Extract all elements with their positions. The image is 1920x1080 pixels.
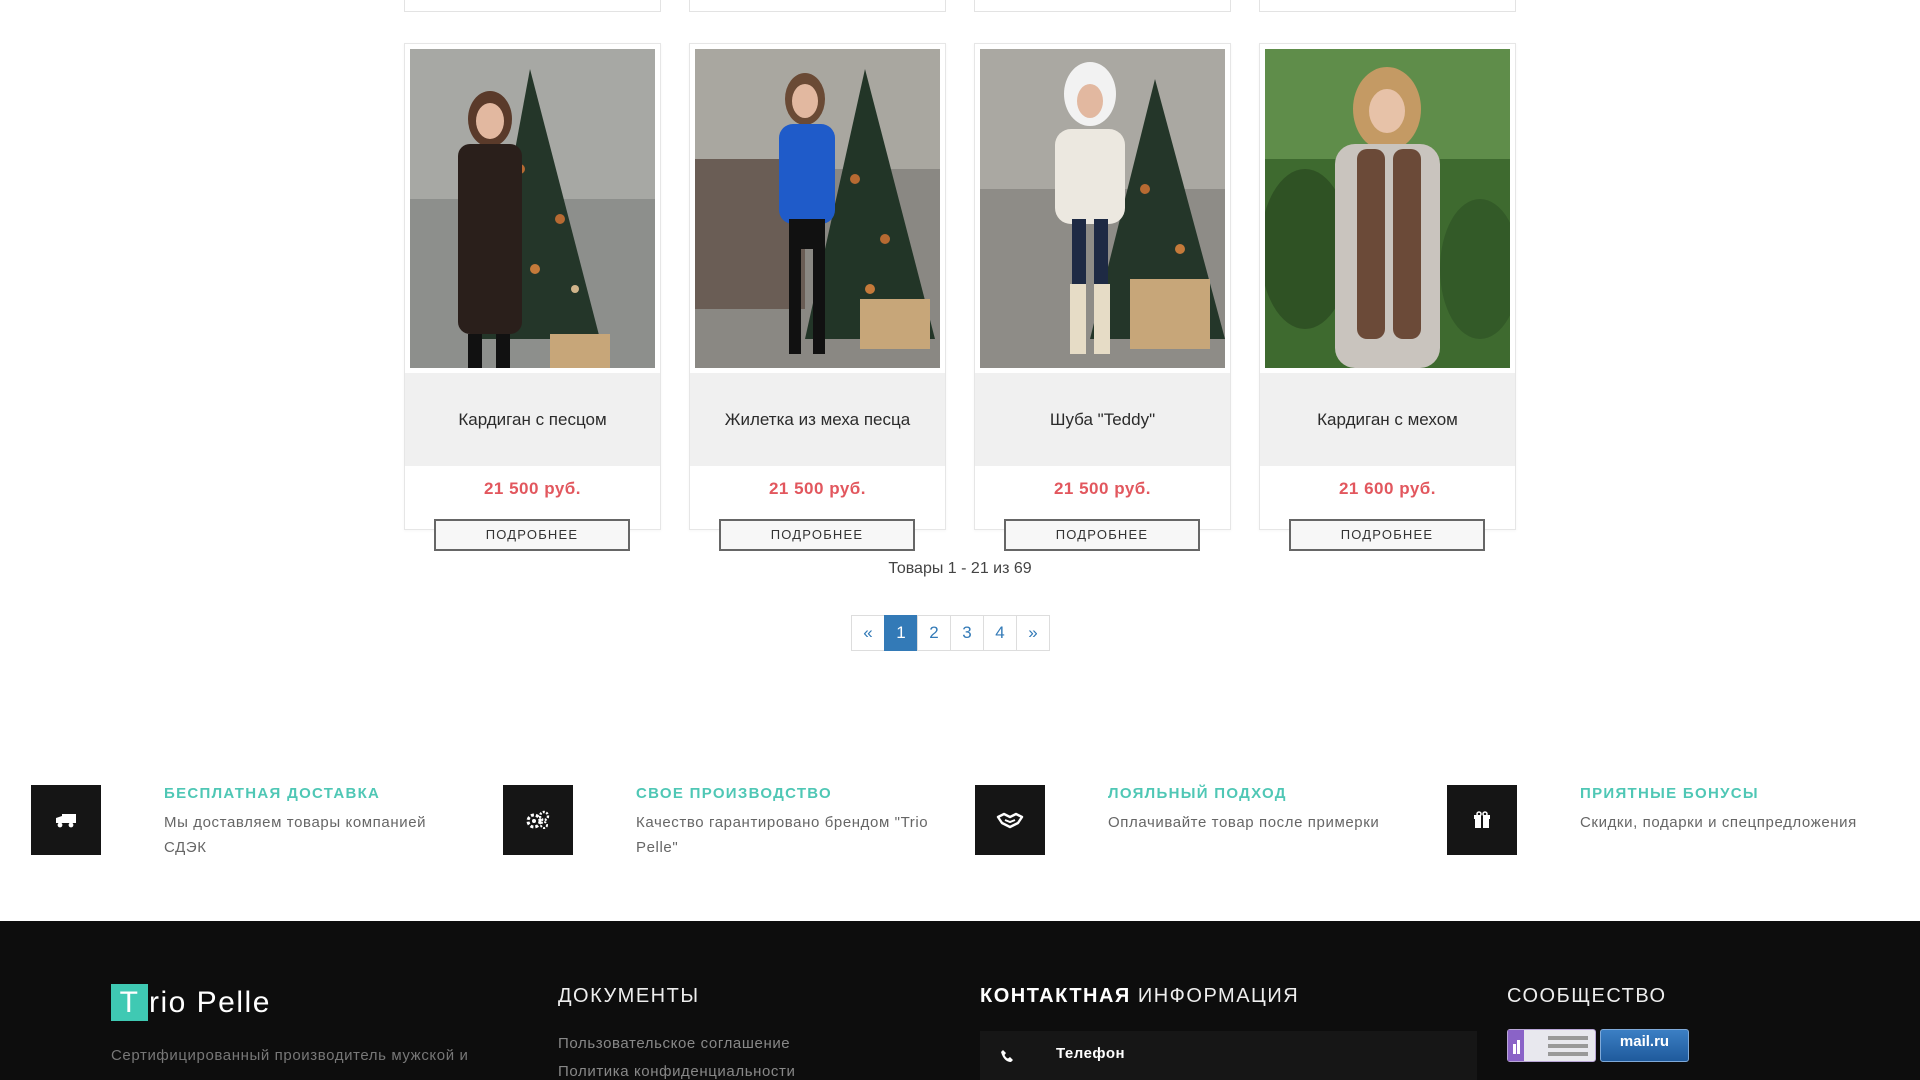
feature-text: Оплачивайте товар после примерки	[1108, 814, 1380, 831]
logo-text: rio Pelle	[149, 985, 271, 1019]
contact-phone-row: Телефон	[980, 1031, 1477, 1080]
product-name[interactable]: Жилетка из меха песца	[690, 373, 945, 466]
community-heading: СООБЩЕСТВО	[1507, 985, 1667, 1007]
phone-icon	[1000, 1049, 1014, 1068]
product-card-partial	[689, 0, 946, 12]
feature-text: Мы доставляем товары компанией СДЭК	[164, 814, 427, 856]
pagination-page-4[interactable]: 4	[983, 615, 1017, 651]
mailru-badge[interactable]: mail.ru	[1600, 1029, 1689, 1062]
product-name[interactable]: Кардиган с песцом	[405, 373, 660, 466]
product-card[interactable]: Шуба "Teddy" 21 500 руб. ПОДРОБНЕЕ	[974, 43, 1231, 551]
product-price: 21 500 руб.	[768, 479, 867, 498]
pagination-page-3[interactable]: 3	[950, 615, 984, 651]
truck-icon	[31, 785, 101, 855]
product-card[interactable]: Кардиган с мехом 21 600 руб. ПОДРОБНЕЕ	[1259, 43, 1516, 551]
pagination-next[interactable]: »	[1016, 615, 1050, 651]
logo-letter: T	[111, 984, 148, 1021]
feature-title: ЛОЯЛЬНЫЙ ПОДХОД	[1108, 785, 1287, 802]
pagination-page-1[interactable]: 1	[884, 615, 918, 651]
link-user-agreement[interactable]: Пользовательское соглашение	[558, 1035, 790, 1052]
phone-label: Телефон	[1056, 1045, 1126, 1062]
product-card[interactable]: Жилетка из меха песца 21 500 руб. ПОДРОБ…	[689, 43, 946, 551]
product-name-bar: Шуба "Teddy"	[975, 373, 1230, 466]
product-name[interactable]: Шуба "Teddy"	[975, 373, 1230, 466]
gears-icon	[503, 785, 573, 855]
product-price: 21 500 руб.	[483, 479, 582, 498]
product-photo[interactable]	[1265, 49, 1510, 368]
details-button[interactable]: ПОДРОБНЕЕ	[719, 519, 915, 551]
product-price: 21 600 руб.	[1338, 479, 1437, 498]
product-counter: Товары 1 - 21 из 69	[888, 560, 1032, 577]
gift-icon	[1447, 785, 1517, 855]
product-price: 21 500 руб.	[1053, 479, 1152, 498]
feature-title: ПРИЯТНЫЕ БОНУСЫ	[1580, 785, 1759, 802]
footer-logo[interactable]: Trio Pelle	[111, 984, 271, 1021]
product-photo[interactable]	[980, 49, 1225, 368]
feature-text: Скидки, подарки и спецпредложения	[1580, 814, 1857, 831]
details-button[interactable]: ПОДРОБНЕЕ	[1289, 519, 1485, 551]
feature-title: БЕСПЛАТНАЯ ДОСТАВКА	[164, 785, 381, 802]
product-name-bar: Жилетка из меха песца	[690, 373, 945, 466]
link-privacy-policy[interactable]: Политика конфиденциальности	[558, 1063, 796, 1080]
mailru-label: mail.ru	[1619, 1033, 1670, 1050]
product-card-partial	[404, 0, 661, 12]
footer-about-text: Сертифицированный производитель мужской …	[111, 1047, 469, 1064]
contacts-heading-bold: КОНТАКТНАЯ	[980, 985, 1131, 1007]
pagination: « 1 2 3 4 »	[851, 615, 1050, 651]
pagination-page-2[interactable]: 2	[917, 615, 951, 651]
feature-title: СВОЕ ПРОИЗВОДСТВО	[636, 785, 833, 802]
product-photo[interactable]	[695, 49, 940, 368]
product-name-bar: Кардиган с мехом	[1260, 373, 1515, 466]
site-footer: Trio Pelle Сертифицированный производите…	[0, 921, 1920, 1080]
counter-badge[interactable]	[1507, 1029, 1596, 1062]
product-card[interactable]: Кардиган с песцом 21 500 руб. ПОДРОБНЕЕ	[404, 43, 661, 551]
handshake-icon	[975, 785, 1045, 855]
product-card-partial	[974, 0, 1231, 12]
contacts-heading: КОНТАКТНАЯ ИНФОРМАЦИЯ	[980, 985, 1299, 1008]
product-photo[interactable]	[410, 49, 655, 368]
details-button[interactable]: ПОДРОБНЕЕ	[434, 519, 630, 551]
product-card-partial	[1259, 0, 1516, 12]
feature-text: Качество гарантировано брендом "Trio Pel…	[636, 814, 929, 856]
contacts-heading-rest: ИНФОРМАЦИЯ	[1137, 985, 1300, 1007]
documents-heading: ДОКУМЕНТЫ	[558, 985, 700, 1007]
product-name[interactable]: Кардиган с мехом	[1260, 373, 1515, 466]
product-name-bar: Кардиган с песцом	[405, 373, 660, 466]
details-button[interactable]: ПОДРОБНЕЕ	[1004, 519, 1200, 551]
pagination-prev[interactable]: «	[851, 615, 885, 651]
